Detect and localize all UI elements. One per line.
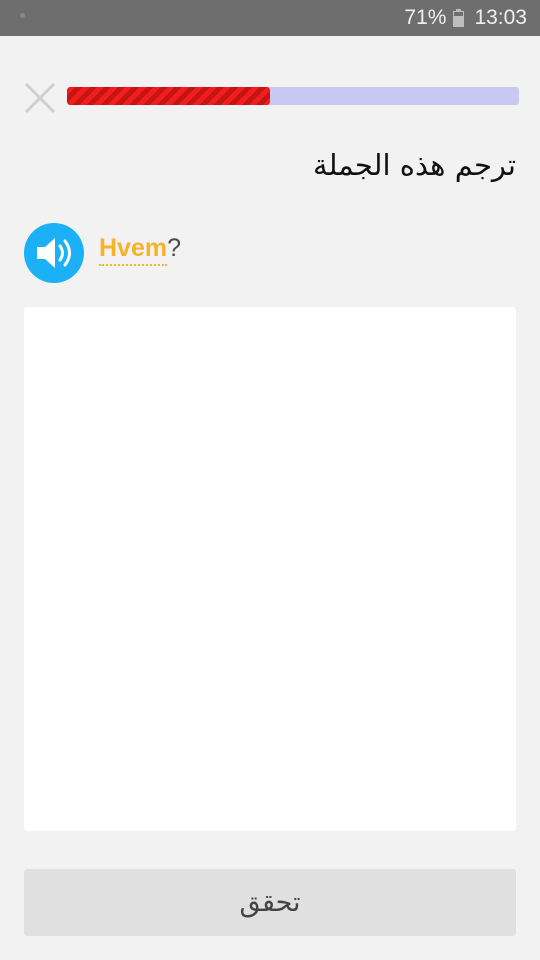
- close-icon[interactable]: [22, 80, 58, 116]
- sentence-punctuation: ?: [167, 234, 181, 262]
- translation-answer-input[interactable]: [24, 307, 516, 831]
- status-right: 71% 13:03: [404, 0, 527, 36]
- lesson-progress-bar: [67, 87, 519, 105]
- notification-dot-icon: [20, 13, 25, 18]
- instruction-title: ترجم هذه الجملة: [313, 148, 516, 182]
- status-bar: 71% 13:03: [0, 0, 540, 36]
- play-audio-button[interactable]: [24, 223, 84, 283]
- lesson-progress-fill: [67, 87, 271, 105]
- clock: 13:03: [474, 6, 527, 29]
- source-sentence: Hvem?: [99, 234, 181, 266]
- close-button[interactable]: [22, 80, 58, 116]
- battery-percent: 71%: [404, 6, 447, 29]
- speaker-icon[interactable]: [34, 236, 74, 270]
- battery-icon: [453, 9, 465, 27]
- sentence-word-hint[interactable]: Hvem: [99, 234, 168, 266]
- check-button[interactable]: تحقق: [24, 869, 516, 936]
